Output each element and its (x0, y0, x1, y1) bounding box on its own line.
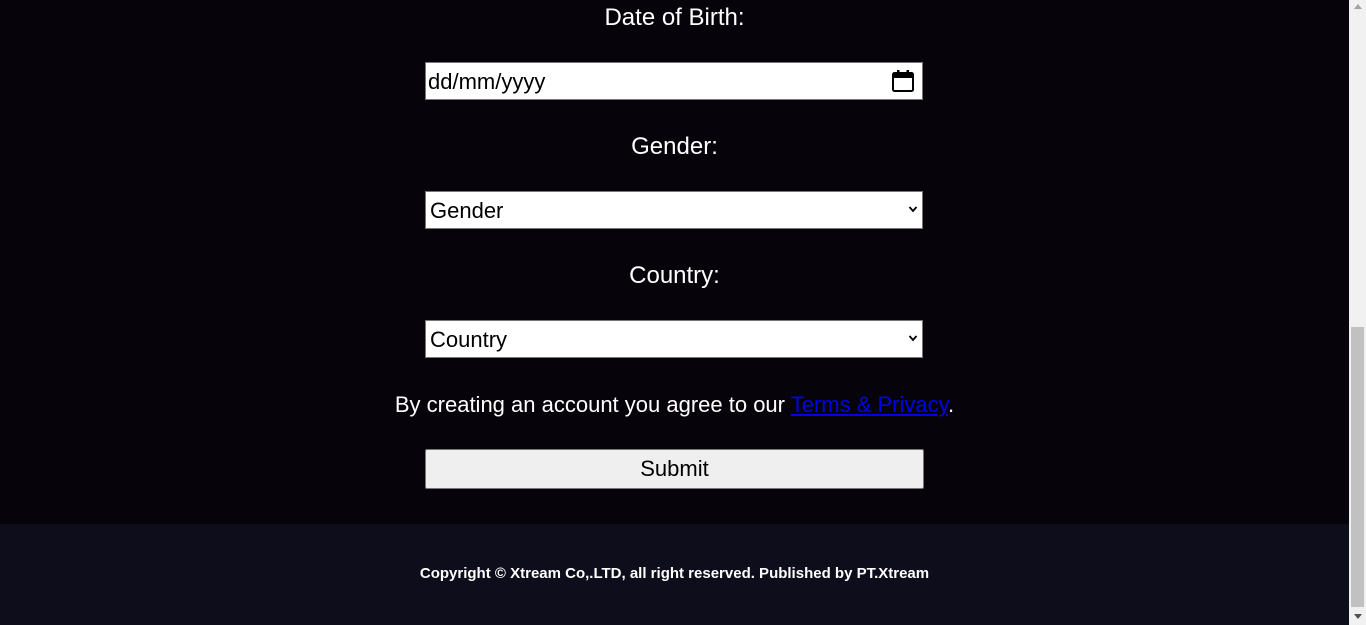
calendar-icon[interactable] (891, 69, 915, 93)
terms-privacy-link[interactable]: Terms & Privacy (791, 392, 948, 417)
gender-label: Gender: (631, 133, 718, 160)
vertical-scrollbar[interactable] (1349, 0, 1366, 625)
signup-form: Date of Birth: dd/mm/yyyy Gender: Gender… (0, 0, 1349, 524)
scroll-up-arrow-icon[interactable] (1354, 4, 1362, 9)
dob-input[interactable]: dd/mm/yyyy (425, 62, 923, 100)
chevron-down-icon (908, 206, 918, 213)
agree-suffix: . (948, 392, 955, 417)
gender-selected-value: Gender (430, 198, 504, 223)
country-selected-value: Country (430, 327, 508, 352)
scrollbar-thumb[interactable] (1351, 327, 1364, 607)
terms-agreement-text: By creating an account you agree to our … (0, 389, 1349, 421)
scroll-down-arrow-icon[interactable] (1354, 614, 1362, 619)
copyright-text: Copyright © Xtream Co,.LTD, all right re… (419, 565, 930, 582)
gender-select[interactable]: Gender (425, 191, 923, 229)
agree-prefix: By creating an account you agree to our (394, 392, 791, 417)
dob-placeholder: dd/mm/yyyy (428, 69, 546, 94)
page: Date of Birth: dd/mm/yyyy Gender: Gender… (0, 0, 1366, 625)
country-select[interactable]: Country (425, 320, 923, 358)
chevron-down-icon (908, 335, 918, 342)
dob-label: Date of Birth: (604, 4, 745, 31)
submit-button[interactable]: Submit (425, 449, 924, 489)
footer: Copyright © Xtream Co,.LTD, all right re… (0, 524, 1349, 625)
country-label: Country: (629, 262, 720, 289)
